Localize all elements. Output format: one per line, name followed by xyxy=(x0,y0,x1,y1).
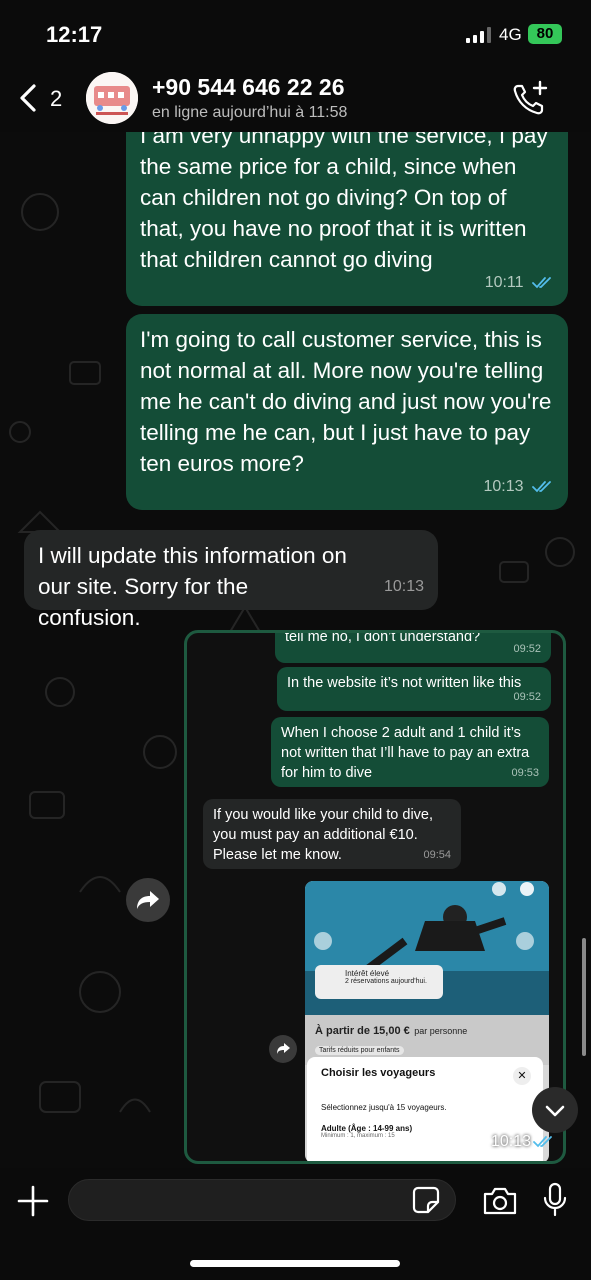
forward-button[interactable] xyxy=(126,878,170,922)
embedded-message-outgoing: When I choose 2 adult and 1 child it’s n… xyxy=(271,717,549,787)
interest-badge-title: Intérêt élevé xyxy=(345,969,390,978)
embedded-message-outgoing: In the website it’s not written like thi… xyxy=(277,667,551,711)
back-chevron-icon[interactable] xyxy=(16,82,40,114)
scrollbar[interactable] xyxy=(582,938,586,1056)
message-text: I will update this information on our si… xyxy=(38,543,347,630)
embedded-message-time: 09:52 xyxy=(513,643,541,655)
embedded-message-outgoing: tell me no, I don’t understand? 09:52 xyxy=(275,630,551,663)
scroll-to-bottom-button[interactable] xyxy=(532,1087,578,1133)
read-receipt-icon xyxy=(532,276,551,289)
travelers-sheet-close-icon: ✕ xyxy=(513,1067,531,1085)
embedded-message-time: 09:54 xyxy=(423,849,451,861)
listing-price-suffix: par personne xyxy=(414,1026,468,1036)
microphone-icon[interactable] xyxy=(542,1182,568,1218)
composer-bar xyxy=(0,1168,591,1280)
home-indicator xyxy=(190,1260,400,1267)
message-meta: 10:11 xyxy=(485,267,554,298)
travelers-sheet-title: Choisir les voyageurs xyxy=(321,1067,436,1079)
plus-icon[interactable] xyxy=(16,1184,50,1218)
interest-badge: Intérêt élevé 2 réservations aujourd'hui… xyxy=(315,965,443,999)
message-text: I'm going to call customer service, this… xyxy=(140,327,552,476)
unread-count[interactable]: 2 xyxy=(50,86,62,112)
chat-header: 2 +90 544 646 22 26 en ligne aujourd’hui… xyxy=(0,64,591,132)
signal-icon xyxy=(466,27,491,43)
battery-icon: 80 xyxy=(528,24,562,44)
message-incoming[interactable]: I will update this information on our si… xyxy=(24,530,438,630)
message-meta: 10:13 xyxy=(484,471,555,502)
embedded-message-time: 09:53 xyxy=(511,767,539,779)
battery-level: 80 xyxy=(536,25,554,42)
embedded-message-text: In the website it’s not written like thi… xyxy=(287,675,522,691)
avatar[interactable] xyxy=(86,72,138,124)
listing-screenshot: Intérêt élevé 2 réservations aujourd'hui… xyxy=(305,881,549,1161)
embedded-forward-icon xyxy=(269,1035,297,1063)
contact-name[interactable]: +90 544 646 22 26 xyxy=(152,74,345,101)
embedded-message-text: If you would like your child to dive, yo… xyxy=(213,807,434,863)
embedded-message-text: tell me no, I don’t understand? xyxy=(285,630,481,645)
message-input[interactable] xyxy=(85,1180,409,1222)
listing-reduced-rates: Tarifs réduits pour enfants xyxy=(315,1046,404,1055)
message-time: 10:11 xyxy=(484,274,524,291)
message-outgoing[interactable]: I am very unhappy with the service, I pa… xyxy=(126,132,568,306)
travelers-sheet-hint: Sélectionnez jusqu'à 15 voyageurs. xyxy=(321,1103,447,1112)
read-receipt-icon xyxy=(533,1136,552,1148)
embedded-message-time: 09:52 xyxy=(513,691,541,703)
message-outgoing[interactable]: I'm going to call customer service, this… xyxy=(126,314,568,510)
message-text: I am very unhappy with the service, I pa… xyxy=(140,132,548,272)
avatar-image-icon xyxy=(86,72,138,124)
chat-area[interactable]: I am very unhappy with the service, I pa… xyxy=(0,132,591,1168)
message-time: 10:13 xyxy=(383,578,424,595)
embedded-message-text: When I choose 2 adult and 1 child it’s n… xyxy=(281,725,530,781)
sticker-icon[interactable] xyxy=(412,1186,440,1214)
status-bar: 12:17 4G 80 xyxy=(0,0,591,64)
chevron-down-icon xyxy=(545,1105,565,1117)
network-type: 4G xyxy=(499,25,522,44)
forward-arrow-icon xyxy=(137,891,159,909)
image-message-time: 10:13 xyxy=(490,1133,531,1150)
contact-status: en ligne aujourd’hui à 11:58 xyxy=(152,104,348,121)
add-call-icon[interactable] xyxy=(510,80,550,116)
camera-icon[interactable] xyxy=(482,1186,518,1216)
embedded-message-incoming: If you would like your child to dive, yo… xyxy=(203,799,461,869)
image-message[interactable]: tell me no, I don’t understand? 09:52 In… xyxy=(184,630,566,1164)
listing-price: À partir de 15,00 € xyxy=(315,1025,410,1037)
interest-badge-sub: 2 réservations aujourd'hui. xyxy=(345,978,427,985)
read-receipt-icon xyxy=(532,480,551,493)
adult-label: Adulte (Âge : 14-99 ans) xyxy=(321,1124,413,1133)
message-field[interactable] xyxy=(68,1179,456,1222)
message-time: 10:13 xyxy=(483,478,524,495)
status-time: 12:17 xyxy=(46,22,103,47)
